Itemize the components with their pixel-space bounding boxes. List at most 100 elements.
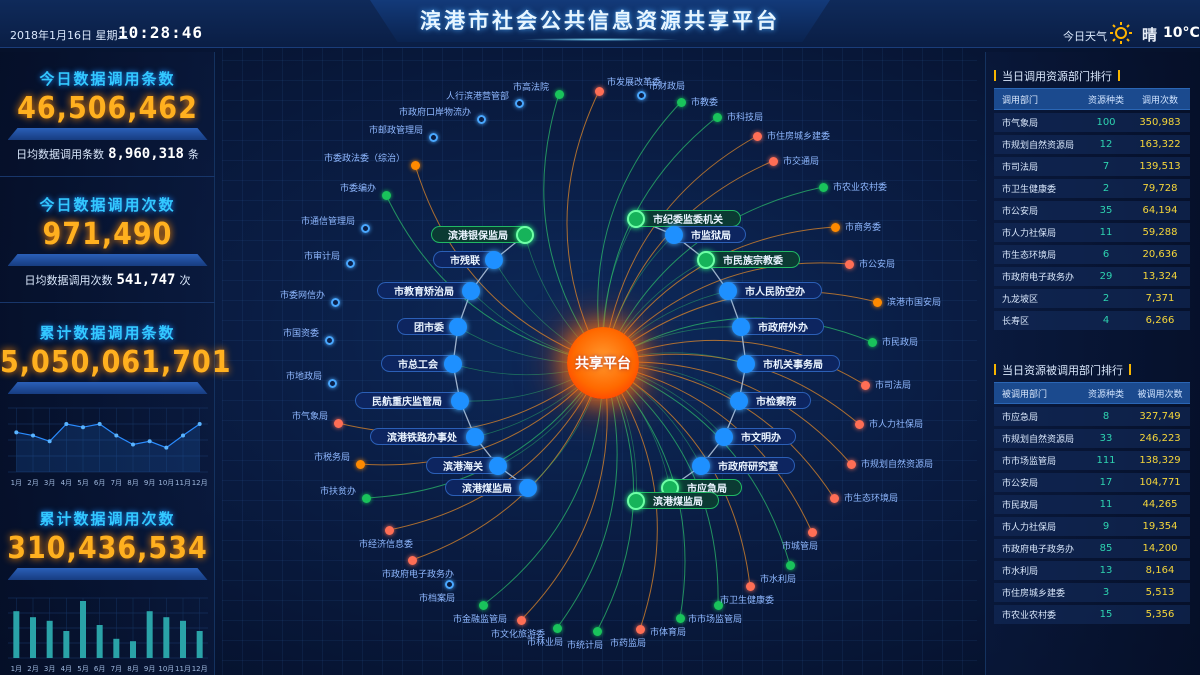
resource-node[interactable]: [807, 527, 817, 537]
node-circle[interactable]: [737, 355, 755, 373]
department-node[interactable]: 市人民防空办: [722, 282, 822, 299]
tick-label: 1月: [11, 479, 22, 487]
department-node[interactable]: 滨港铁路办事处: [370, 428, 481, 445]
node-circle[interactable]: [489, 457, 507, 475]
node-circle[interactable]: [516, 226, 534, 244]
hub-node[interactable]: 共享平台: [567, 327, 639, 399]
table-row[interactable]: 市水利局 13 8,164: [994, 561, 1190, 580]
resource-node[interactable]: [444, 579, 454, 589]
node-circle[interactable]: [519, 479, 537, 497]
caller-rank-table: 调用部门 资源种类 调用次数 市气象局 100 350,983 市规划自然资源局 12 163,…: [994, 88, 1190, 330]
node-circle[interactable]: [462, 282, 480, 300]
table-row[interactable]: 市政府电子政务办 85 14,200: [994, 539, 1190, 558]
department-node[interactable]: 市纪委监委机关: [630, 210, 741, 227]
table-row[interactable]: 市人力社保局 9 19,354: [994, 517, 1190, 536]
table-row[interactable]: 市农业农村委 15 5,356: [994, 605, 1190, 624]
resource-node[interactable]: [330, 297, 340, 307]
table-row[interactable]: 市规划自然资源局 33 246,223: [994, 429, 1190, 448]
node-circle[interactable]: [719, 282, 737, 300]
resource-node[interactable]: [872, 297, 882, 307]
resource-node[interactable]: [516, 615, 526, 625]
resource-node[interactable]: [410, 160, 420, 170]
resource-node[interactable]: [592, 626, 602, 636]
resource-node[interactable]: [554, 89, 564, 99]
department-node[interactable]: 民航重庆监管局: [355, 392, 466, 409]
table-row[interactable]: 市生态环境局 6 20,636: [994, 245, 1190, 264]
table-row[interactable]: 市政府电子政务办 29 13,324: [994, 267, 1190, 286]
table-row[interactable]: 市民政局 11 44,265: [994, 495, 1190, 514]
node-circle[interactable]: [627, 210, 645, 228]
resource-node[interactable]: [854, 419, 864, 429]
resource-node[interactable]: [324, 335, 334, 345]
table-cell: 市市场监管局: [1002, 457, 1057, 467]
resource-node[interactable]: [785, 560, 795, 570]
resource-node[interactable]: [829, 493, 839, 503]
resource-node[interactable]: [333, 418, 343, 428]
data-point: [47, 439, 52, 444]
table-cell: 13,324: [1142, 271, 1178, 282]
resource-label: 市高法院: [512, 83, 549, 93]
resource-label: 市统计局: [567, 641, 604, 651]
resource-node[interactable]: [846, 459, 856, 469]
resource-node[interactable]: [830, 222, 840, 232]
node-circle[interactable]: [451, 392, 469, 410]
table-row[interactable]: 市公安局 17 104,771: [994, 473, 1190, 492]
resource-node[interactable]: [552, 623, 562, 633]
node-circle[interactable]: [485, 251, 503, 269]
resource-node[interactable]: [384, 525, 394, 535]
line-chart: 1月 2月 3月 4月 5月 6月 7月 8月 9月 10月 11月 12月: [8, 404, 208, 488]
node-circle[interactable]: [692, 457, 710, 475]
node-label: 市教育矫治局: [394, 287, 454, 298]
department-node[interactable]: 市民族宗教委: [700, 251, 800, 268]
department-node[interactable]: 市机关事务局: [740, 355, 840, 372]
table-row[interactable]: 市市场监管局 111 138,329: [994, 451, 1190, 470]
table-row[interactable]: 市公安局 35 64,194: [994, 201, 1190, 220]
resource-node[interactable]: [428, 132, 438, 142]
resource-node[interactable]: [860, 380, 870, 390]
table-row[interactable]: 九龙坡区 2 7,371: [994, 289, 1190, 308]
resource-node[interactable]: [355, 459, 365, 469]
resource-node[interactable]: [844, 259, 854, 269]
resource-node[interactable]: [360, 223, 370, 233]
table-row[interactable]: 市住房城乡建委 3 5,513: [994, 583, 1190, 602]
table-row[interactable]: 市气象局 100 350,983: [994, 113, 1190, 132]
resource-node[interactable]: [712, 112, 722, 122]
node-circle[interactable]: [730, 392, 748, 410]
table-row[interactable]: 市应急局 8 327,749: [994, 407, 1190, 426]
resource-node[interactable]: [752, 131, 762, 141]
resource-node[interactable]: [635, 624, 645, 634]
resource-node[interactable]: [594, 86, 604, 96]
resource-node[interactable]: [676, 97, 686, 107]
resource-node[interactable]: [867, 337, 877, 347]
table-row[interactable]: 市人力社保局 11 59,288: [994, 223, 1190, 242]
node-circle[interactable]: [697, 251, 715, 269]
node-circle[interactable]: [732, 318, 750, 336]
resource-node[interactable]: [636, 90, 646, 100]
resource-node[interactable]: [476, 114, 486, 124]
resource-node[interactable]: [478, 600, 488, 610]
node-circle[interactable]: [627, 492, 645, 510]
table-row[interactable]: 市卫生健康委 2 79,728: [994, 179, 1190, 198]
resource-node[interactable]: [345, 258, 355, 268]
node-circle[interactable]: [444, 355, 462, 373]
resource-node[interactable]: [675, 613, 685, 623]
resource-node[interactable]: [361, 493, 371, 503]
resource-node[interactable]: [818, 182, 828, 192]
node-circle[interactable]: [715, 428, 733, 446]
resource-node[interactable]: [407, 555, 417, 565]
resource-node[interactable]: [327, 378, 337, 388]
table-row[interactable]: 市司法局 7 139,513: [994, 157, 1190, 176]
node-circle[interactable]: [449, 318, 467, 336]
table-row[interactable]: 长寿区 4 6,266: [994, 311, 1190, 330]
resource-node[interactable]: [768, 156, 778, 166]
department-node[interactable]: 市政府研究室: [695, 457, 795, 474]
node-circle[interactable]: [466, 428, 484, 446]
resource-node[interactable]: [745, 581, 755, 591]
resource-node[interactable]: [381, 190, 391, 200]
tick-label: 6月: [94, 479, 105, 487]
resource-node[interactable]: [514, 98, 524, 108]
node-circle[interactable]: [665, 226, 683, 244]
table-row[interactable]: 市规划自然资源局 12 163,322: [994, 135, 1190, 154]
weather-label: 今日天气: [1063, 30, 1107, 43]
node-label: 市纪委监委机关: [653, 215, 723, 226]
